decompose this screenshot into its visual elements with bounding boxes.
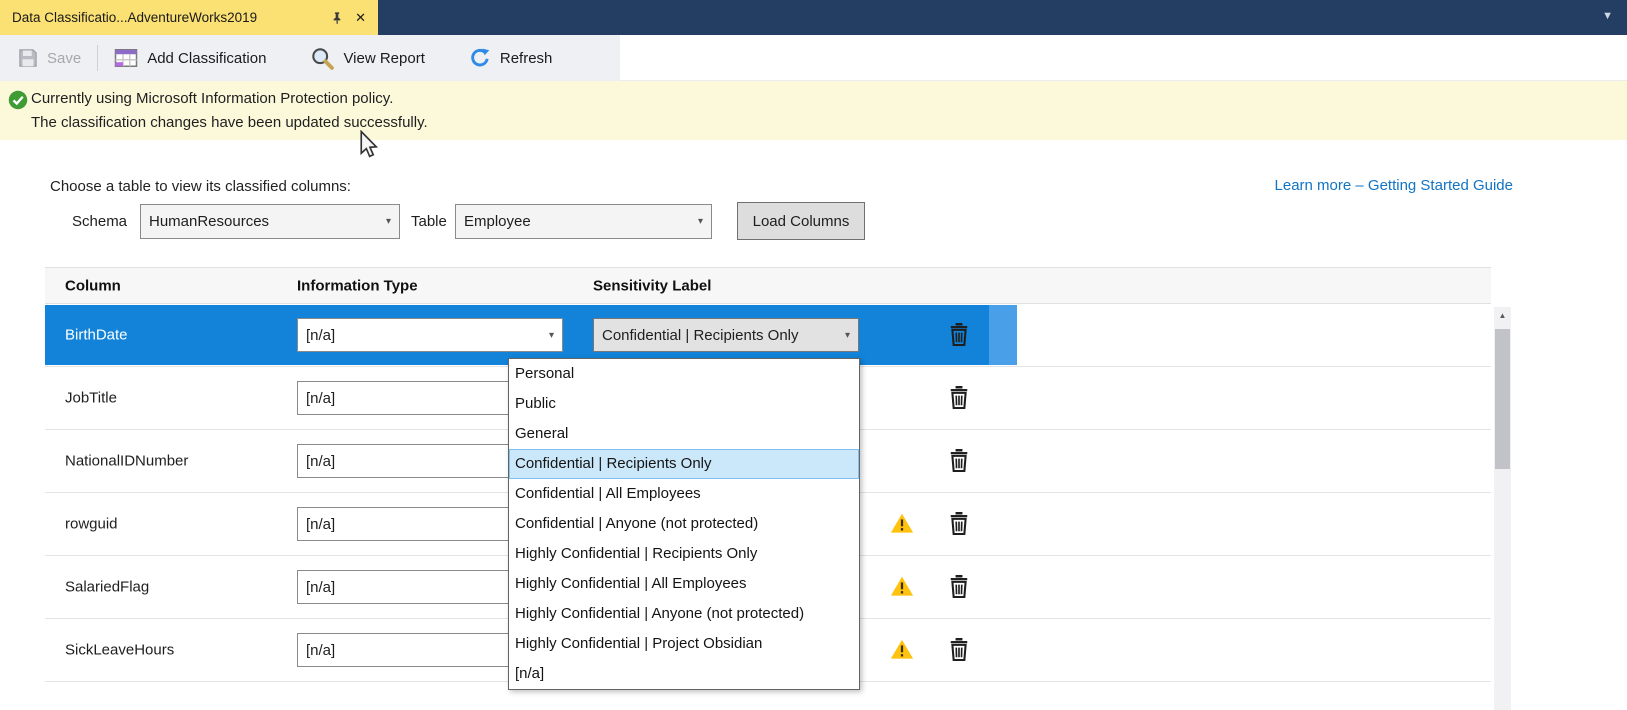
information-type-value: [n/a] <box>306 642 335 659</box>
toolbar-separator <box>97 45 98 71</box>
load-columns-button[interactable]: Load Columns <box>737 202 865 240</box>
column-name: rowguid <box>65 516 118 533</box>
delete-classification-button[interactable] <box>948 573 970 602</box>
table-select-value: Employee <box>464 213 531 230</box>
information-type-value: [n/a] <box>306 327 335 344</box>
banner-text: Currently using Microsoft Information Pr… <box>31 87 428 135</box>
toolbar-group: Save Add Classification View Report Refr <box>0 35 620 81</box>
dropdown-option[interactable]: Confidential | Anyone (not protected) <box>509 509 859 539</box>
info-banner: Currently using Microsoft Information Pr… <box>0 81 1627 140</box>
view-report-label: View Report <box>343 50 424 67</box>
magnifier-icon <box>310 46 334 70</box>
delete-classification-button[interactable] <box>948 510 970 539</box>
schema-label: Schema <box>72 213 127 230</box>
tab-data-classification[interactable]: Data Classificatio...AdventureWorks2019 … <box>0 0 378 35</box>
sensitivity-dropdown-list: Personal Public General Confidential | R… <box>508 358 860 690</box>
sensitivity-label-select[interactable]: Confidential | Recipients Only ▾ <box>593 318 859 352</box>
information-type-value: [n/a] <box>306 390 335 407</box>
data-classification-window: Data Classificatio...AdventureWorks2019 … <box>0 0 1627 710</box>
chevron-down-icon[interactable]: ▼ <box>1602 10 1613 22</box>
dropdown-option[interactable]: Confidential | Recipients Only <box>509 449 859 479</box>
refresh-icon <box>469 47 491 69</box>
dropdown-option[interactable]: Confidential | All Employees <box>509 479 859 509</box>
close-icon[interactable]: ✕ <box>355 11 366 24</box>
pin-icon[interactable] <box>329 10 345 26</box>
column-name: JobTitle <box>65 390 117 407</box>
add-classification-label: Add Classification <box>147 50 266 67</box>
scrollbar-up-arrow[interactable]: ▲ <box>1494 307 1511 324</box>
grid-header: Column Information Type Sensitivity Labe… <box>45 267 1491 304</box>
delete-classification-button[interactable] <box>948 384 970 413</box>
dropdown-option[interactable]: Highly Confidential | Project Obsidian <box>509 629 859 659</box>
information-type-value: [n/a] <box>306 516 335 533</box>
column-header-information-type: Information Type <box>297 277 418 294</box>
warning-icon <box>890 575 914 602</box>
view-report-button[interactable]: View Report <box>298 40 436 76</box>
refresh-label: Refresh <box>500 50 553 67</box>
document-tab-bar: Data Classificatio...AdventureWorks2019 … <box>0 0 1627 35</box>
scrollbar-thumb[interactable] <box>1495 329 1510 469</box>
refresh-button[interactable]: Refresh <box>457 40 565 76</box>
add-classification-icon <box>114 46 138 70</box>
tab-title: Data Classificatio...AdventureWorks2019 <box>12 10 319 25</box>
column-name: BirthDate <box>65 327 128 344</box>
column-header-column: Column <box>65 277 121 294</box>
information-type-value: [n/a] <box>306 579 335 596</box>
add-classification-button[interactable]: Add Classification <box>102 40 278 76</box>
vertical-scrollbar[interactable]: ▲ <box>1494 307 1511 710</box>
column-name: SalariedFlag <box>65 579 149 596</box>
save-label: Save <box>47 50 81 67</box>
information-type-select[interactable]: [n/a] ▾ <box>297 318 563 352</box>
warning-icon <box>890 638 914 665</box>
dropdown-option[interactable]: [n/a] <box>509 659 859 689</box>
main-content: Choose a table to view its classified co… <box>0 140 1627 710</box>
chevron-down-icon: ▾ <box>692 216 703 227</box>
toolbar: Save Add Classification View Report Refr <box>0 35 1627 81</box>
table-label: Table <box>411 213 447 230</box>
dropdown-option[interactable]: Personal <box>509 359 859 389</box>
banner-line-1: Currently using Microsoft Information Pr… <box>31 87 428 111</box>
save-icon <box>18 48 38 68</box>
chevron-down-icon: ▾ <box>839 330 850 341</box>
choose-table-label: Choose a table to view its classified co… <box>50 178 351 195</box>
column-name: NationalIDNumber <box>65 453 188 470</box>
schema-select[interactable]: HumanResources ▾ <box>140 204 400 239</box>
table-select[interactable]: Employee ▾ <box>455 204 712 239</box>
success-check-icon <box>8 90 28 115</box>
information-type-value: [n/a] <box>306 453 335 470</box>
schema-select-value: HumanResources <box>149 213 269 230</box>
delete-classification-button[interactable] <box>948 636 970 665</box>
column-name: SickLeaveHours <box>65 642 174 659</box>
chevron-down-icon: ▾ <box>380 216 391 227</box>
chevron-down-icon: ▾ <box>543 330 554 341</box>
dropdown-option[interactable]: Public <box>509 389 859 419</box>
delete-classification-button[interactable] <box>948 321 970 350</box>
dropdown-option[interactable]: General <box>509 419 859 449</box>
column-header-sensitivity-label: Sensitivity Label <box>593 277 711 294</box>
save-button[interactable]: Save <box>6 40 93 76</box>
sensitivity-label-value: Confidential | Recipients Only <box>602 327 799 344</box>
warning-icon <box>890 512 914 539</box>
selection-tail <box>989 305 1017 365</box>
delete-classification-button[interactable] <box>948 447 970 476</box>
mouse-cursor <box>357 130 379 165</box>
dropdown-option[interactable]: Highly Confidential | All Employees <box>509 569 859 599</box>
learn-more-link[interactable]: Learn more – Getting Started Guide <box>1275 177 1513 194</box>
dropdown-option[interactable]: Highly Confidential | Recipients Only <box>509 539 859 569</box>
dropdown-option[interactable]: Highly Confidential | Anyone (not protec… <box>509 599 859 629</box>
